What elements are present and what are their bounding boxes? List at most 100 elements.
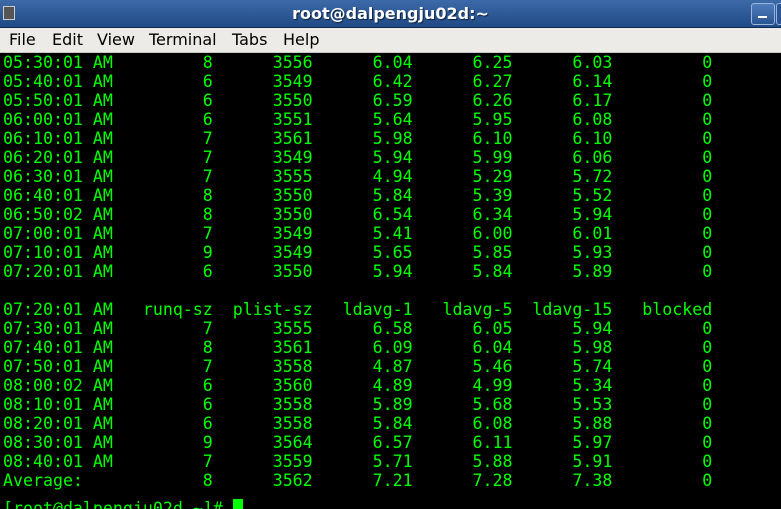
value-cell: 5.29 xyxy=(472,167,513,186)
value-cell: 5.88 xyxy=(472,452,513,471)
value-cell: 6.59 xyxy=(372,91,413,110)
table-row: 07:00:01 AM 7 3549 5.41 6.00 6.01 0 xyxy=(3,224,781,243)
value-cell: 6.27 xyxy=(472,72,513,91)
value-cell: 5.93 xyxy=(572,243,613,262)
value-cell: 5.41 xyxy=(372,224,413,243)
value-cell: ldavg-1 xyxy=(342,300,413,319)
value-cell: 0 xyxy=(702,414,713,433)
value-cell: 6.11 xyxy=(472,433,513,452)
value-cell: 5.98 xyxy=(372,129,413,148)
time-cell: 06:00:01 AM xyxy=(3,110,113,129)
value-cell: 3555 xyxy=(272,167,313,186)
table-row: 07:30:01 AM 7 3555 6.58 6.05 5.94 0 xyxy=(3,319,781,338)
value-cell: 5.39 xyxy=(472,186,513,205)
value-cell: 0 xyxy=(702,110,713,129)
menu-view[interactable]: View xyxy=(97,30,135,49)
time-cell: 07:10:01 AM xyxy=(3,243,113,262)
value-cell: 3560 xyxy=(272,376,313,395)
header-row: 07:20:01 AM runq-sz plist-sz ldavg-1 ldavg-5… xyxy=(3,300,781,319)
menu-file[interactable]: File xyxy=(9,30,36,49)
value-cell: 0 xyxy=(702,91,713,110)
value-cell: 0 xyxy=(702,205,713,224)
value-cell: 6 xyxy=(202,414,213,433)
value-cell: 0 xyxy=(702,433,713,452)
value-cell: 6.00 xyxy=(472,224,513,243)
table-row: 07:20:01 AM 6 3550 5.94 5.84 5.89 0 xyxy=(3,262,781,281)
time-cell: 06:30:01 AM xyxy=(3,167,113,186)
title-bar: root@dalpengju02d:~ xyxy=(0,0,781,28)
value-cell: 0 xyxy=(702,53,713,72)
value-cell: 0 xyxy=(702,319,713,338)
value-cell: 3549 xyxy=(272,72,313,91)
value-cell: 0 xyxy=(702,167,713,186)
value-cell: 3558 xyxy=(272,395,313,414)
value-cell: 6 xyxy=(202,395,213,414)
value-cell: runq-sz xyxy=(142,300,213,319)
value-cell: 7.28 xyxy=(472,471,513,490)
value-cell: blocked xyxy=(642,300,713,319)
table-row: 06:10:01 AM 7 3561 5.98 6.10 6.10 0 xyxy=(3,129,781,148)
value-cell: 5.46 xyxy=(472,357,513,376)
value-cell: 8 xyxy=(202,471,213,490)
table-row: 06:00:01 AM 6 3551 5.64 5.95 6.08 0 xyxy=(3,110,781,129)
value-cell: 5.94 xyxy=(572,319,613,338)
value-cell: 6.34 xyxy=(472,205,513,224)
value-cell: 0 xyxy=(702,186,713,205)
menu-edit[interactable]: Edit xyxy=(52,30,83,49)
prompt-line[interactable]: [root@dalpengju02d ~]# xyxy=(3,490,781,509)
time-cell: 05:40:01 AM xyxy=(3,72,113,91)
value-cell: 6.04 xyxy=(372,53,413,72)
value-cell: 8 xyxy=(202,53,213,72)
value-cell: 9 xyxy=(202,243,213,262)
value-cell: 6.25 xyxy=(472,53,513,72)
value-cell: 7 xyxy=(202,357,213,376)
menu-tabs[interactable]: Tabs xyxy=(232,30,267,49)
terminal-output[interactable]: 05:30:01 AM 8 3556 6.04 6.25 6.03 0 05:40:01 AM… xyxy=(3,53,781,509)
time-cell: Average: xyxy=(3,471,83,490)
value-cell: 0 xyxy=(702,338,713,357)
value-cell: 5.68 xyxy=(472,395,513,414)
value-cell: 4.94 xyxy=(372,167,413,186)
value-cell: 5.94 xyxy=(372,148,413,167)
maximize-button[interactable] xyxy=(776,3,781,25)
menu-bar: File Edit View Terminal Tabs Help xyxy=(0,28,781,53)
minimize-button[interactable] xyxy=(751,3,775,25)
time-cell: 07:50:01 AM xyxy=(3,357,113,376)
value-cell: 3564 xyxy=(272,433,313,452)
value-cell: 6.26 xyxy=(472,91,513,110)
value-cell: 6 xyxy=(202,110,213,129)
value-cell: 0 xyxy=(702,262,713,281)
value-cell: 6.06 xyxy=(572,148,613,167)
menu-terminal[interactable]: Terminal xyxy=(149,30,217,49)
time-cell: 08:40:01 AM xyxy=(3,452,113,471)
value-cell: 6.57 xyxy=(372,433,413,452)
value-cell: ldavg-5 xyxy=(442,300,513,319)
value-cell: 0 xyxy=(702,452,713,471)
value-cell: 3550 xyxy=(272,91,313,110)
value-cell: 5.98 xyxy=(572,338,613,357)
table-row: 05:50:01 AM 6 3550 6.59 6.26 6.17 0 xyxy=(3,91,781,110)
time-cell: 08:30:01 AM xyxy=(3,433,113,452)
value-cell: 5.72 xyxy=(572,167,613,186)
value-cell: 6.09 xyxy=(372,338,413,357)
value-cell: 3561 xyxy=(272,338,313,357)
value-cell: 3551 xyxy=(272,110,313,129)
table-row: 05:30:01 AM 8 3556 6.04 6.25 6.03 0 xyxy=(3,53,781,72)
menu-help[interactable]: Help xyxy=(283,30,319,49)
value-cell: 0 xyxy=(702,129,713,148)
table-row: 06:50:02 AM 8 3550 6.54 6.34 5.94 0 xyxy=(3,205,781,224)
time-cell: 05:50:01 AM xyxy=(3,91,113,110)
value-cell: 3561 xyxy=(272,129,313,148)
value-cell: 3559 xyxy=(272,452,313,471)
table-row: 06:30:01 AM 7 3555 4.94 5.29 5.72 0 xyxy=(3,167,781,186)
value-cell: 0 xyxy=(702,395,713,414)
time-cell: 08:20:01 AM xyxy=(3,414,113,433)
value-cell: 5.84 xyxy=(472,262,513,281)
time-cell: 06:40:01 AM xyxy=(3,186,113,205)
value-cell: 6.08 xyxy=(472,414,513,433)
value-cell: 3549 xyxy=(272,243,313,262)
value-cell: 3556 xyxy=(272,53,313,72)
table-row: 08:40:01 AM 7 3559 5.71 5.88 5.91 0 xyxy=(3,452,781,471)
value-cell: 0 xyxy=(702,72,713,91)
